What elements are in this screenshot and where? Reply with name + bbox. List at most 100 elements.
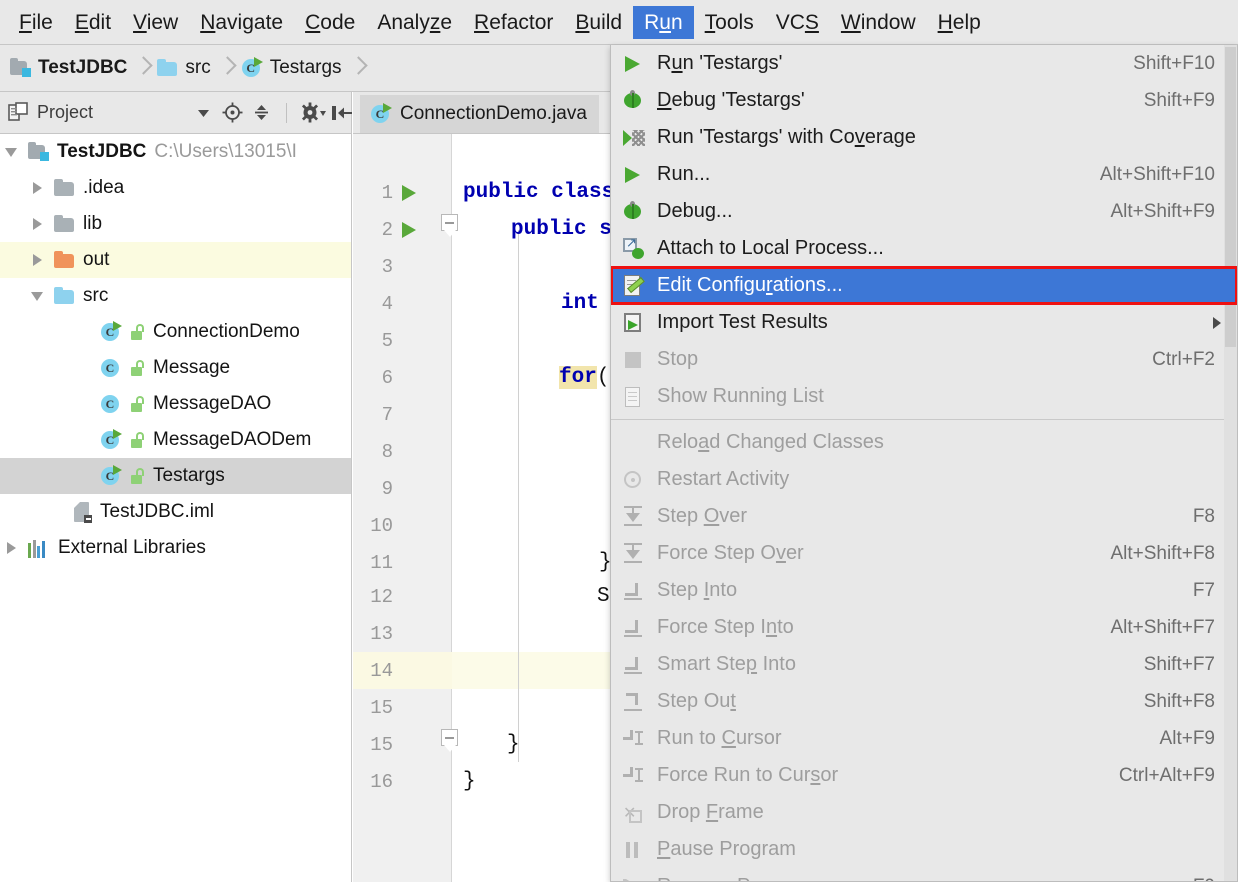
gutter-line: 13	[370, 622, 393, 645]
menu-help[interactable]: Help	[927, 6, 992, 39]
breadcrumb-item-src[interactable]: src	[157, 57, 211, 79]
run-icon	[621, 52, 647, 76]
expand-arrow-down-icon[interactable]	[26, 291, 48, 301]
breadcrumb-item-project[interactable]: TestJDBC	[10, 57, 127, 79]
menu-item-shortcut: Alt+Shift+F9	[1110, 200, 1215, 222]
project-panel-title: Project	[37, 102, 94, 122]
menu-item-debug-testargs[interactable]: Debug 'Testargs' Shift+F9	[611, 82, 1237, 119]
menu-window[interactable]: Window	[830, 6, 927, 39]
java-class-icon: C	[100, 394, 122, 414]
menu-item-label: Run to Cursor	[657, 727, 782, 749]
tree-row-messagedaodemo[interactable]: C MessageDAODem	[0, 422, 351, 458]
run-gutter-icon[interactable]	[402, 184, 416, 201]
force-step-over-icon	[621, 542, 647, 566]
locate-icon[interactable]	[222, 102, 243, 123]
menu-view[interactable]: View	[122, 6, 189, 39]
gutter-line: 6	[381, 366, 393, 389]
java-class-runnable-icon: C	[370, 103, 392, 124]
resume-program-icon	[621, 875, 647, 881]
step-into-icon	[621, 579, 647, 603]
tree-row-external-libraries[interactable]: External Libraries	[0, 530, 351, 566]
menu-item-run-to-cursor: Run to Cursor Alt+F9	[611, 720, 1237, 757]
menu-build[interactable]: Build	[564, 6, 633, 39]
menu-item-run-dialog[interactable]: Run... Alt+Shift+F10	[611, 156, 1237, 193]
expand-arrow-right-icon[interactable]	[26, 218, 48, 230]
menu-item-step-into: Step Into F7	[611, 572, 1237, 609]
tree-label: MessageDAODem	[153, 429, 312, 450]
tree-row-testargs[interactable]: C Testargs	[0, 458, 351, 494]
menu-item-import-test-results[interactable]: Import Test Results	[611, 304, 1237, 341]
menu-edit[interactable]: Edit	[64, 6, 122, 39]
collapse-all-icon[interactable]	[251, 102, 272, 123]
menu-analyze[interactable]: Analyze	[366, 6, 463, 39]
menu-item-label: Stop	[657, 348, 699, 370]
tree-row-connectiondemo[interactable]: C ConnectionDemo	[0, 314, 351, 350]
show-running-list-icon	[621, 385, 647, 409]
menu-item-label: Attach to Local Process...	[657, 237, 884, 259]
gutter-line: 3	[381, 255, 393, 278]
tree-row-out[interactable]: out	[0, 242, 351, 278]
breadcrumb-label: src	[185, 57, 211, 78]
project-folder-icon	[10, 57, 31, 77]
menu-item-label: Step Out	[657, 690, 736, 712]
public-visibility-icon	[130, 467, 145, 485]
menu-item-attach-to-local-process[interactable]: Attach to Local Process...	[611, 230, 1237, 267]
menu-item-label: Pause Program	[657, 838, 796, 860]
breadcrumb-item-class[interactable]: C Testargs	[241, 57, 342, 79]
menu-item-run-testargs[interactable]: Run 'Testargs' Shift+F10	[611, 45, 1237, 82]
menu-item-force-step-into: Force Step Into Alt+Shift+F7	[611, 609, 1237, 646]
menu-vcs[interactable]: VCS	[765, 6, 830, 39]
menu-run[interactable]: Run	[633, 5, 694, 39]
menu-item-step-over: Step Over F8	[611, 498, 1237, 535]
gutter-line: 7	[381, 403, 393, 426]
menu-item-shortcut: Alt+Shift+F10	[1099, 163, 1215, 185]
chevron-down-icon[interactable]	[193, 102, 214, 123]
menu-tools[interactable]: Tools	[694, 6, 765, 39]
project-folder-icon	[28, 141, 49, 161]
tree-row-testjdbc[interactable]: TestJDBC C:\Users\13015\I	[0, 134, 351, 170]
expand-arrow-right-icon[interactable]	[26, 254, 48, 266]
menu-item-drop-frame: ✕ Drop Frame	[611, 794, 1237, 831]
menu-item-debug-dialog[interactable]: Debug... Alt+Shift+F9	[611, 193, 1237, 230]
expand-arrow-right-icon[interactable]	[0, 542, 22, 554]
tree-row-message[interactable]: C Message	[0, 350, 351, 386]
folder-blue-icon	[157, 58, 178, 77]
menu-item-label: Import Test Results	[657, 311, 828, 333]
settings-gear-icon[interactable]	[301, 102, 326, 123]
menu-refactor[interactable]: Refactor	[463, 6, 564, 39]
menu-item-label: Reload Changed Classes	[657, 431, 884, 453]
run-gutter-icon[interactable]	[402, 221, 416, 238]
expand-arrow-down-icon[interactable]	[0, 147, 22, 157]
restart-activity-icon	[621, 468, 647, 492]
menu-navigate[interactable]: Navigate	[189, 6, 294, 39]
menu-item-run-with-coverage[interactable]: Run 'Testargs' with Coverage	[611, 119, 1237, 156]
run-menu-popup[interactable]: Run 'Testargs' Shift+F10 Debug 'Testargs…	[610, 45, 1238, 882]
menu-item-label: Resume Program	[657, 875, 1193, 881]
coverage-icon	[621, 126, 647, 150]
expand-arrow-right-icon[interactable]	[26, 182, 48, 194]
gutter-line: 1	[353, 174, 452, 211]
project-tree[interactable]: TestJDBC C:\Users\13015\I .idea lib out …	[0, 134, 352, 882]
editor-gutter[interactable]: 1 2 3 4 5 6 7 8 9 10 11 12 13 14 15 15 1…	[353, 134, 458, 882]
tree-row-iml[interactable]: TestJDBC.iml	[0, 494, 351, 530]
tree-row-lib[interactable]: lib	[0, 206, 351, 242]
breadcrumb-label: TestJDBC	[38, 57, 128, 78]
menu-item-edit-configurations[interactable]: Edit Configurations...	[611, 266, 1237, 305]
tree-row-src[interactable]: src	[0, 278, 351, 314]
public-visibility-icon	[130, 359, 145, 377]
menu-item-label: Show Running List	[657, 385, 824, 407]
tree-row-messagedao[interactable]: C MessageDAO	[0, 386, 351, 422]
step-out-icon	[621, 690, 647, 714]
hide-panel-icon[interactable]	[330, 102, 352, 123]
tree-label: TestJDBC.iml	[100, 501, 215, 522]
folder-gray-icon	[54, 214, 75, 233]
tab-connectiondemo-java[interactable]: C ConnectionDemo.java	[360, 95, 599, 133]
debug-icon	[621, 200, 647, 224]
tree-row-idea[interactable]: .idea	[0, 170, 351, 206]
menu-file[interactable]: File	[8, 6, 64, 39]
menu-scrollbar[interactable]	[1224, 45, 1237, 881]
public-visibility-icon	[130, 395, 145, 413]
gutter-line: 9	[381, 477, 393, 500]
menu-code[interactable]: Code	[294, 6, 366, 39]
tree-label: lib	[83, 213, 103, 234]
